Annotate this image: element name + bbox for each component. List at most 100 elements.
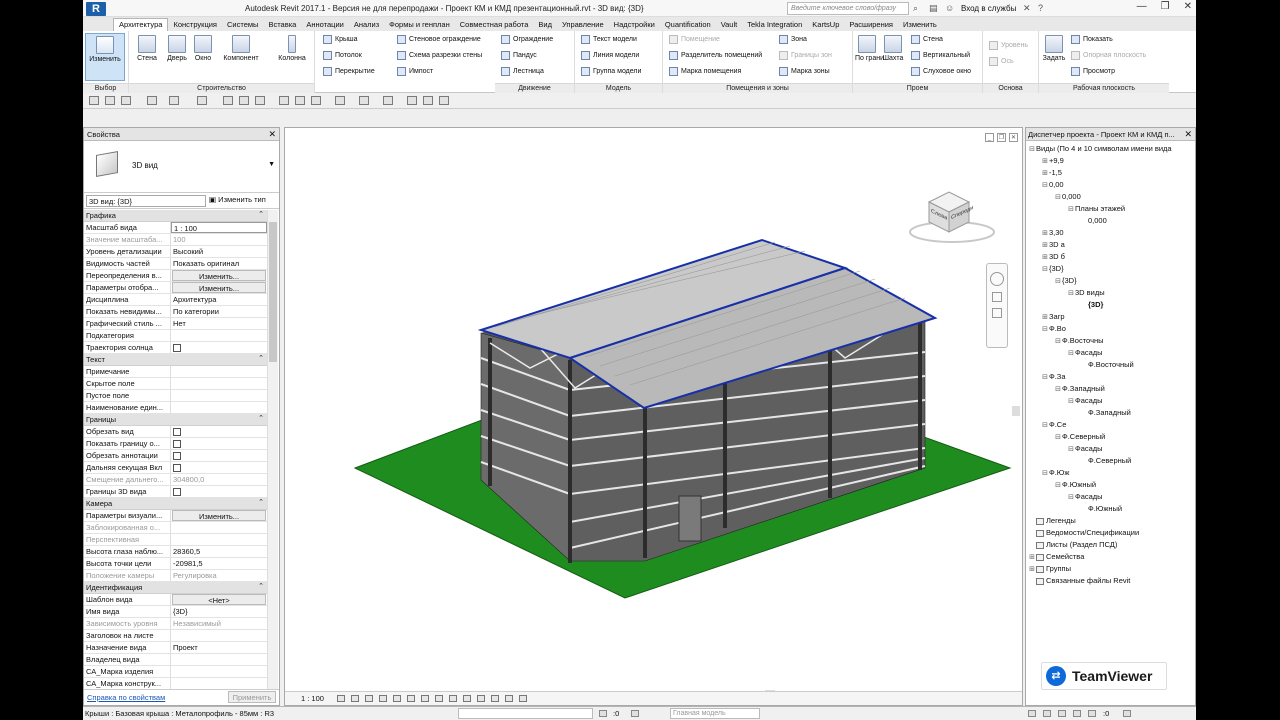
tree-node[interactable]: Листы (Раздел ПСД) (1028, 539, 1196, 551)
model-text-button[interactable]: Текст модели (581, 35, 637, 44)
search-input[interactable]: Введите ключевое слово/фразу (787, 2, 909, 15)
tree-node[interactable]: ⊟Ф.Северный (1028, 431, 1196, 443)
select-underlay-icon[interactable] (1043, 710, 1051, 717)
revit-logo-button[interactable]: R (86, 2, 106, 16)
instance-filter-dropdown[interactable]: 3D вид: {3D} (86, 195, 206, 207)
edit-type-button[interactable]: ▣ Изменить тип (209, 195, 266, 204)
save-icon[interactable] (105, 96, 115, 105)
ref-plane-button[interactable]: Опорная плоскость (1071, 51, 1146, 60)
tree-node[interactable]: ⊟Фасады (1028, 491, 1196, 503)
checkbox[interactable] (173, 452, 181, 460)
3d-view-icon[interactable] (279, 96, 289, 105)
thin-lines-icon[interactable] (311, 96, 321, 105)
show-crop-icon[interactable] (421, 695, 429, 702)
sun-path-icon[interactable] (365, 695, 373, 702)
tree-node[interactable]: ⊞ Семейства (1028, 551, 1196, 563)
room-separator-button[interactable]: Разделитель помещений (669, 51, 762, 60)
show-workplane-button[interactable]: Показать (1071, 35, 1113, 44)
property-value[interactable] (171, 630, 267, 641)
tree-node[interactable]: ⊞-1,5 (1028, 167, 1196, 179)
exchange-icon[interactable]: ✕ (1023, 3, 1031, 14)
room-tag-button[interactable]: Марка помещения (669, 67, 741, 76)
tree-node[interactable]: Легенды (1028, 515, 1196, 527)
property-value[interactable]: Проект (171, 642, 267, 653)
design-options-icon[interactable] (631, 710, 639, 717)
tree-node[interactable]: ⊟Ф.За (1028, 371, 1196, 383)
render-icon[interactable] (393, 695, 401, 702)
edit-property-button[interactable]: Изменить... (172, 282, 266, 293)
maximize-button[interactable]: ❐ (1161, 1, 1170, 12)
tab-addins[interactable]: Надстройки (609, 19, 660, 31)
room-button[interactable]: Помещение (669, 35, 720, 44)
tab-architecture[interactable]: Архитектура (113, 18, 169, 31)
tree-node[interactable]: Ф.Восточный (1028, 359, 1196, 371)
checkbox[interactable] (173, 464, 181, 472)
column-button[interactable]: Колонна (275, 33, 309, 62)
teamviewer-badge[interactable]: ⇄ TeamViewer (1041, 662, 1167, 690)
tree-node[interactable]: ⊟{3D} (1028, 263, 1196, 275)
collapse-icon[interactable]: ⌃ (258, 498, 264, 506)
binoculars-icon[interactable]: ⌕ (913, 3, 918, 14)
tree-node[interactable]: Ф.Западный (1028, 407, 1196, 419)
property-section[interactable]: Текст ⌃ (84, 354, 267, 366)
tab-quantification[interactable]: Quantification (660, 19, 716, 31)
sign-in-button[interactable]: Вход в службы (961, 4, 1016, 13)
property-value[interactable]: Архитектура (171, 294, 267, 305)
tree-node[interactable]: ⊟Ф.Се (1028, 419, 1196, 431)
tab-tekla[interactable]: Tekla Integration (742, 19, 807, 31)
select-pinned-icon[interactable] (1058, 710, 1066, 717)
steering-wheel-icon[interactable] (990, 272, 1004, 286)
modify-button[interactable]: Изменить (85, 33, 125, 81)
properties-scrollbar[interactable] (267, 210, 278, 690)
vscroll-thumb[interactable] (1012, 406, 1020, 416)
tree-node[interactable]: ⊟3D виды (1028, 287, 1196, 299)
ceiling-button[interactable]: Потолок (323, 51, 362, 60)
tree-node[interactable]: ⊟0,000 (1028, 191, 1196, 203)
filter-icon[interactable] (1123, 710, 1131, 717)
crop-view-icon[interactable] (407, 695, 415, 702)
tree-node[interactable]: ⊟Планы этажей (1028, 203, 1196, 215)
shadows-icon[interactable] (379, 695, 387, 702)
align-icon[interactable] (383, 96, 393, 105)
minimize-button[interactable]: — (1137, 1, 1147, 12)
detail-level-icon[interactable] (337, 695, 345, 702)
property-value[interactable] (171, 486, 267, 497)
subscription-icon[interactable]: ▤ (929, 3, 938, 14)
tree-node[interactable]: ⊟Ф.Юж (1028, 467, 1196, 479)
panel-title-select[interactable]: Выбор (83, 83, 128, 93)
tree-node[interactable]: Ведомости/Спецификации (1028, 527, 1196, 539)
property-value[interactable] (171, 678, 267, 689)
switch-windows-icon[interactable] (359, 96, 369, 105)
tree-node[interactable]: ⊟{3D} (1028, 275, 1196, 287)
property-value[interactable] (171, 366, 267, 377)
tree-node[interactable]: ⊟Ф.Восточны (1028, 335, 1196, 347)
level-button[interactable]: Уровень (989, 41, 1028, 50)
property-section[interactable]: Камера ⌃ (84, 498, 267, 510)
reveal-hidden-icon[interactable] (463, 695, 471, 702)
settings-icon[interactable] (439, 96, 449, 105)
undo-icon[interactable] (147, 96, 157, 105)
zoom-icon[interactable] (992, 292, 1002, 302)
property-value[interactable] (171, 438, 267, 449)
checkbox[interactable] (173, 344, 181, 352)
text-icon[interactable] (255, 96, 265, 105)
open-icon[interactable] (89, 96, 99, 105)
property-value[interactable]: -20981,5 (171, 558, 267, 569)
redo-icon[interactable] (169, 96, 179, 105)
section-icon[interactable] (295, 96, 305, 105)
property-value[interactable] (171, 450, 267, 461)
window-button[interactable]: Окно (191, 33, 215, 62)
collapse-icon[interactable]: ⌃ (258, 414, 264, 422)
property-value[interactable]: Показать оригинал (171, 258, 267, 269)
highlight-displacement-icon[interactable] (491, 695, 499, 702)
property-value[interactable] (171, 378, 267, 389)
measure-icon[interactable] (197, 96, 207, 105)
tree-node[interactable]: ⊟Фасады (1028, 395, 1196, 407)
worksharing-icon[interactable] (477, 695, 485, 702)
by-face-button[interactable]: По грани (855, 33, 884, 62)
grid-button[interactable]: Ось (989, 57, 1014, 66)
area-tag-button[interactable]: Марка зоны (779, 67, 830, 76)
tab-modify[interactable]: Изменить (898, 19, 942, 31)
select-links-icon[interactable] (1028, 710, 1036, 717)
tree-node[interactable]: Связанные файлы Revit (1028, 575, 1196, 587)
